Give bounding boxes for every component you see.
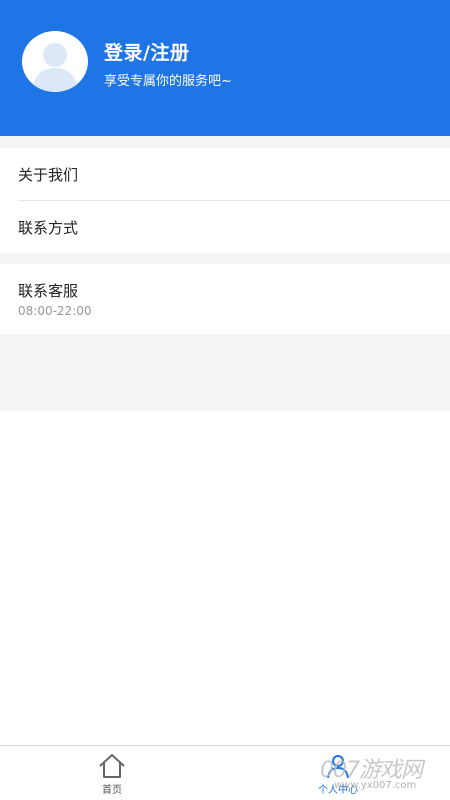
empty-section	[0, 334, 450, 411]
menu-item-contact-method[interactable]: 联系方式	[0, 201, 450, 253]
nav-home-label: 首页	[102, 785, 122, 796]
section-gap	[0, 136, 450, 148]
menu-item-customer-service[interactable]: 联系客服 08:00-22:00	[0, 264, 450, 334]
menu-item-about-us[interactable]: 关于我们	[0, 148, 450, 201]
nav-home[interactable]: 首页	[52, 746, 172, 800]
section-gap	[0, 253, 450, 264]
nav-profile[interactable]: 个人中心	[278, 746, 398, 800]
menu-item-label: 关于我们	[18, 166, 79, 184]
home-icon	[99, 754, 125, 778]
bottom-nav: 首页 个人中心	[0, 745, 450, 800]
login-subtitle: 享受专属你的服务吧~	[104, 74, 232, 89]
profile-header: 登录/注册 享受专属你的服务吧~	[0, 0, 450, 136]
user-avatar-icon	[32, 42, 78, 91]
service-hours: 08:00-22:00	[18, 304, 92, 318]
profile-page: 登录/注册 享受专属你的服务吧~ 关于我们 联系方式 联系客服 08:00-22…	[0, 0, 450, 800]
nav-profile-label: 个人中心	[318, 785, 358, 796]
person-icon	[327, 755, 349, 779]
login-register-link[interactable]: 登录/注册	[104, 38, 189, 65]
menu-item-label: 联系方式	[18, 219, 79, 237]
avatar[interactable]	[22, 31, 88, 92]
menu-item-label: 联系客服	[18, 282, 79, 300]
